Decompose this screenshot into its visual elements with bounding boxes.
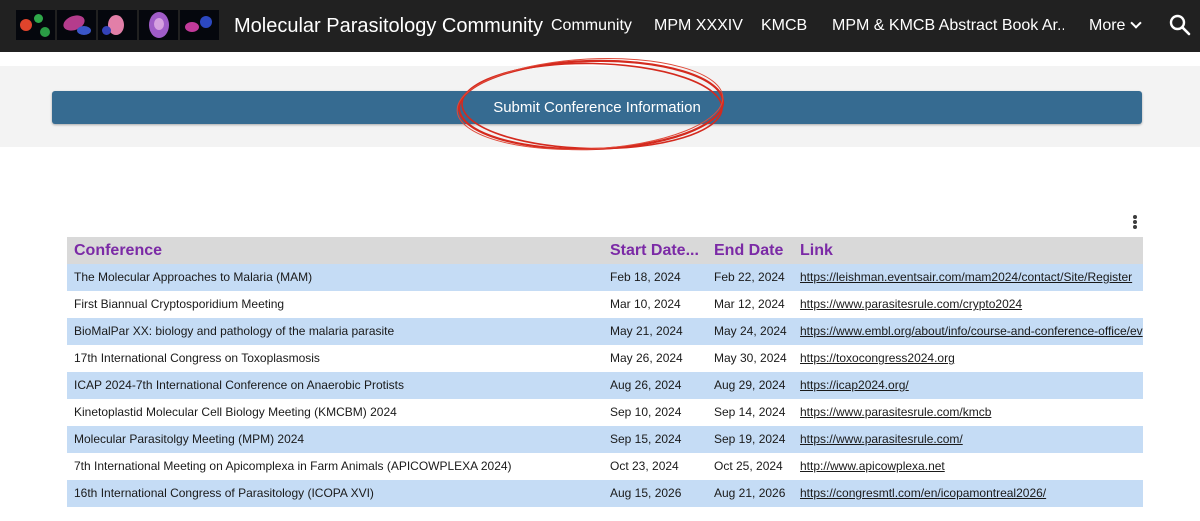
cell-conference: 16th International Congress of Parasitol… [74, 486, 374, 500]
cell-link[interactable]: https://www.parasitesrule.com/kmcb [800, 399, 1143, 426]
cell-link[interactable]: https://congresmtl.com/en/icopamontreal2… [800, 480, 1143, 507]
cell-conference: BioMalPar XX: biology and pathology of t… [74, 324, 395, 338]
top-navigation-bar: Molecular Parasitology Community Communi… [0, 0, 1200, 52]
cell-link[interactable]: http://www.apicowplexa.net [800, 453, 1143, 480]
logo-tile-3 [98, 10, 137, 40]
cell-end-date: May 30, 2024 [714, 351, 787, 365]
cell-conference: Molecular Parasitolgy Meeting (MPM) 2024 [74, 432, 305, 446]
cell-start-date: Aug 26, 2024 [610, 378, 682, 392]
nav-item-mpm-xxxiv[interactable]: MPM XXXIV [654, 0, 743, 52]
cell-end-date: Aug 21, 2026 [714, 486, 786, 500]
table-row: Molecular Parasitolgy Meeting (MPM) 2024… [67, 426, 1143, 453]
cell-end-date: Feb 22, 2024 [714, 270, 785, 284]
table-row: BioMalPar XX: biology and pathology of t… [67, 318, 1143, 345]
column-header-conference[interactable]: Conference [74, 237, 604, 264]
nav-more-label: More [1089, 17, 1126, 34]
logo-tile-5 [180, 10, 219, 40]
column-header-link[interactable]: Link [800, 237, 1143, 264]
cell-start-date: Mar 10, 2024 [610, 297, 681, 311]
logo-tile-4 [139, 10, 178, 40]
cell-end-date: Aug 29, 2024 [714, 378, 786, 392]
kebab-dot [1133, 225, 1137, 229]
column-header-start-date[interactable]: Start Date... [610, 237, 708, 264]
table-row: 16th International Congress of Parasitol… [67, 480, 1143, 507]
cell-start-date: Sep 15, 2024 [610, 432, 682, 446]
cell-link[interactable]: https://www.parasitesrule.com/ [800, 426, 1143, 453]
cell-end-date: Oct 25, 2024 [714, 459, 783, 473]
cell-end-date: Mar 12, 2024 [714, 297, 785, 311]
table-row: Kinetoplastid Molecular Cell Biology Mee… [67, 399, 1143, 426]
table-row: First Biannual Cryptosporidium Meeting M… [67, 291, 1143, 318]
cell-conference: ICAP 2024-7th International Conference o… [74, 378, 404, 392]
table-row: ICAP 2024-7th International Conference o… [67, 372, 1143, 399]
cell-conference: First Biannual Cryptosporidium Meeting [74, 297, 285, 311]
cell-link[interactable]: https://icap2024.org/ [800, 372, 1143, 399]
cell-start-date: Aug 15, 2026 [610, 486, 682, 500]
cell-link[interactable]: https://toxocongress2024.org [800, 345, 1143, 372]
cell-start-date: May 21, 2024 [610, 324, 683, 338]
cell-end-date: Sep 19, 2024 [714, 432, 786, 446]
nav-item-abstract-book[interactable]: MPM & KMCB Abstract Book Ar... [832, 0, 1064, 52]
cell-start-date: Sep 10, 2024 [610, 405, 682, 419]
site-logo[interactable] [16, 10, 220, 40]
cell-conference: 7th International Meeting on Apicomplexa… [74, 459, 512, 473]
table-row: The Molecular Approaches to Malaria (MAM… [67, 264, 1143, 291]
cell-start-date: May 26, 2024 [610, 351, 683, 365]
cell-conference: 17th International Congress on Toxoplasm… [74, 351, 320, 365]
nav-more-menu[interactable]: More [1089, 0, 1143, 52]
kebab-dot [1133, 220, 1137, 224]
cell-end-date: Sep 14, 2024 [714, 405, 786, 419]
submit-banner: Submit Conference Information [0, 66, 1200, 147]
logo-tile-2 [57, 10, 96, 40]
cell-link[interactable]: https://www.parasitesrule.com/crypto2024 [800, 291, 1143, 318]
column-header-end-date[interactable]: End Date [714, 237, 794, 264]
site-title[interactable]: Molecular Parasitology Community [234, 0, 543, 52]
cell-start-date: Feb 18, 2024 [610, 270, 681, 284]
cell-link[interactable]: https://www.embl.org/about/info/course-a… [800, 318, 1143, 345]
cell-start-date: Oct 23, 2024 [610, 459, 679, 473]
search-icon[interactable] [1168, 13, 1192, 37]
cell-link[interactable]: https://leishman.eventsair.com/mam2024/c… [800, 264, 1143, 291]
table-row: 7th International Meeting on Apicomplexa… [67, 453, 1143, 480]
cell-conference: The Molecular Approaches to Malaria (MAM… [74, 270, 313, 284]
conference-table: Conference Start Date... End Date Link T… [67, 237, 1143, 509]
chevron-down-icon [1130, 17, 1143, 29]
table-header: Conference Start Date... End Date Link [67, 237, 1143, 264]
nav-item-kmcb[interactable]: KMCB [761, 0, 807, 52]
table-row: 17th International Congress on Toxoplasm… [67, 345, 1143, 372]
kebab-dot [1133, 215, 1137, 219]
nav-item-community[interactable]: Community [551, 0, 632, 52]
kebab-menu-icon[interactable] [1127, 213, 1143, 231]
cell-end-date: May 24, 2024 [714, 324, 787, 338]
submit-conference-button[interactable]: Submit Conference Information [52, 91, 1142, 124]
cell-conference: Kinetoplastid Molecular Cell Biology Mee… [74, 405, 397, 419]
logo-tile-1 [16, 10, 55, 40]
